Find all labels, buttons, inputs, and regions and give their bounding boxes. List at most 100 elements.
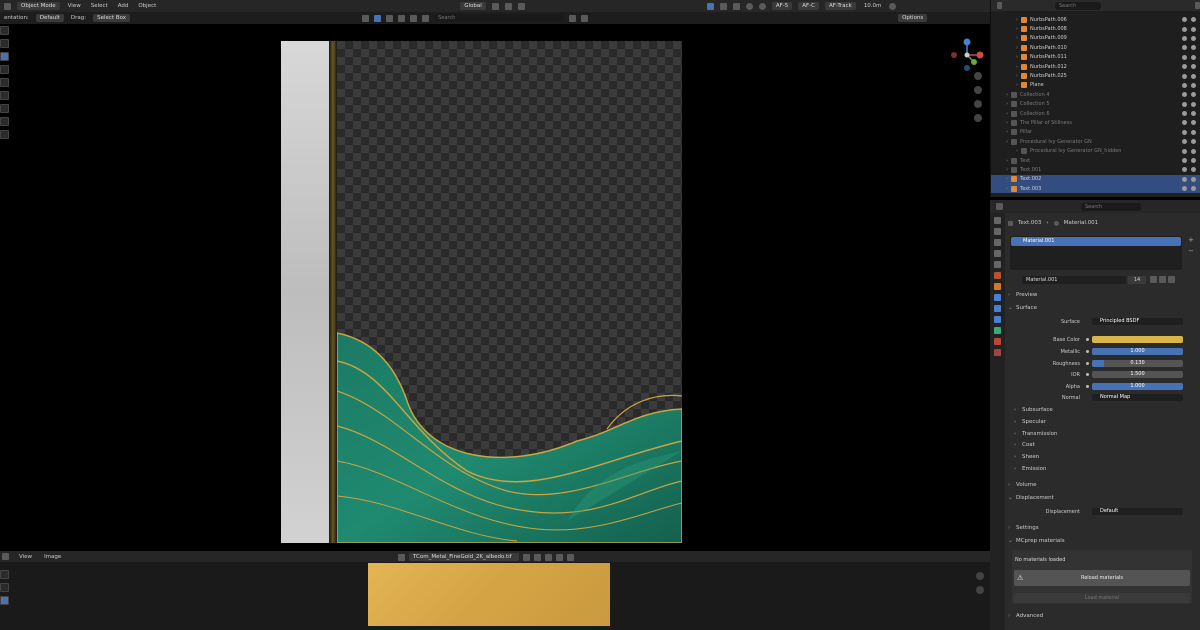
eye-icon[interactable] bbox=[1182, 148, 1187, 154]
camera-toggle-icon[interactable] bbox=[1191, 54, 1196, 60]
expand-chevron-icon[interactable]: › bbox=[1003, 129, 1011, 135]
eye-icon[interactable] bbox=[1182, 92, 1187, 98]
camera-toggle-icon[interactable] bbox=[1191, 73, 1196, 79]
subpanel-subsurface[interactable]: › Subsurface bbox=[1014, 405, 1200, 415]
camera-toggle-icon[interactable] bbox=[1191, 120, 1196, 126]
transform-tool-icon[interactable] bbox=[0, 91, 9, 100]
eye-icon[interactable] bbox=[1182, 17, 1187, 23]
camera-toggle-icon[interactable] bbox=[1191, 35, 1196, 41]
subpanel-sheen[interactable]: › Sheen bbox=[1014, 452, 1200, 462]
shading-solid-icon[interactable] bbox=[745, 2, 753, 10]
reload-materials-button[interactable]: ⚠ Reload materials bbox=[1014, 570, 1190, 586]
camera-toggle-icon[interactable] bbox=[1191, 101, 1196, 107]
subpanel-specular[interactable]: › Specular bbox=[1014, 417, 1200, 427]
eye-icon[interactable] bbox=[1182, 167, 1187, 173]
expand-chevron-icon[interactable]: › bbox=[1003, 101, 1011, 107]
base-color-field[interactable] bbox=[1092, 336, 1183, 343]
expand-chevron-icon[interactable]: › bbox=[1013, 45, 1021, 51]
expand-chevron-icon[interactable]: › bbox=[1003, 92, 1011, 98]
menu-view[interactable]: View bbox=[66, 2, 83, 10]
outliner-row[interactable]: › Procedural Ivy Generator GN bbox=[991, 137, 1200, 146]
socket-icon[interactable] bbox=[1086, 361, 1089, 365]
remove-slot-button[interactable]: − bbox=[1188, 247, 1194, 255]
fake-user-icon[interactable] bbox=[1150, 276, 1157, 283]
panel-surface[interactable]: ⌄ Surface bbox=[1008, 303, 1196, 313]
expand-chevron-icon[interactable]: › bbox=[1013, 54, 1021, 60]
eye-icon[interactable] bbox=[1182, 158, 1187, 164]
zoom-icon[interactable] bbox=[974, 72, 982, 80]
camera-filter-icon[interactable] bbox=[422, 14, 430, 22]
outliner-row[interactable]: › Text.003 bbox=[991, 184, 1200, 194]
image-pan-icon[interactable] bbox=[976, 586, 984, 594]
scale-tool-icon[interactable] bbox=[0, 78, 9, 87]
curve-icon[interactable] bbox=[398, 14, 406, 22]
aftrack-button[interactable]: AF-Track bbox=[825, 2, 856, 10]
camera-toggle-icon[interactable] bbox=[1191, 64, 1196, 70]
select-tool-icon[interactable] bbox=[0, 26, 9, 35]
visibility-icon[interactable] bbox=[581, 14, 589, 22]
camera-toggle-icon[interactable] bbox=[1191, 111, 1196, 117]
expand-chevron-icon[interactable]: › bbox=[1013, 26, 1021, 32]
expand-chevron-icon[interactable]: › bbox=[1013, 64, 1021, 70]
camera-toggle-icon[interactable] bbox=[1191, 92, 1196, 98]
properties-editor-icon[interactable] bbox=[996, 203, 1003, 210]
eye-icon[interactable] bbox=[1182, 45, 1187, 51]
panel-preview[interactable]: › Preview bbox=[1008, 290, 1196, 300]
eye-icon[interactable] bbox=[1182, 26, 1187, 32]
eye-icon[interactable] bbox=[1182, 186, 1187, 192]
outliner-row[interactable]: › NurbsPath.008 bbox=[991, 24, 1200, 33]
image-name-field[interactable]: TCom_Metal_FineGold_2K_albedo.tif bbox=[409, 553, 519, 561]
outliner-row[interactable]: › Text.001 bbox=[991, 165, 1200, 174]
view-layer-icon[interactable] bbox=[374, 14, 382, 22]
proportional-icon[interactable] bbox=[517, 2, 525, 10]
tool-tab-icon[interactable] bbox=[994, 217, 1001, 224]
viewport-search-input[interactable]: Search bbox=[434, 14, 565, 22]
subpanel-coat[interactable]: › Coat bbox=[1014, 440, 1200, 450]
panel-advanced[interactable]: › Advanced bbox=[1008, 611, 1196, 621]
expand-chevron-icon[interactable]: › bbox=[1013, 73, 1021, 79]
outliner-row[interactable]: › Collection 6 bbox=[991, 109, 1200, 118]
image-zoom-icon[interactable] bbox=[976, 572, 984, 580]
outliner-row[interactable]: › NurbsPath.025 bbox=[991, 71, 1200, 80]
eye-icon[interactable] bbox=[1182, 101, 1187, 107]
pin-icon[interactable] bbox=[567, 553, 574, 561]
value-slider[interactable]: 0.130 bbox=[1092, 359, 1183, 367]
material-tab-icon[interactable] bbox=[994, 338, 1001, 345]
image-menu-view[interactable]: View bbox=[17, 553, 34, 561]
menu-add[interactable]: Add bbox=[116, 2, 131, 10]
outliner-row[interactable]: › Text bbox=[991, 156, 1200, 165]
world-tab-icon[interactable] bbox=[994, 272, 1001, 279]
value-slider[interactable]: 1.000 bbox=[1092, 347, 1183, 355]
expand-chevron-icon[interactable]: › bbox=[1003, 111, 1011, 117]
expand-chevron-icon[interactable]: › bbox=[1003, 120, 1011, 126]
subpanel-transmission[interactable]: › Transmission bbox=[1014, 429, 1200, 439]
expand-chevron-icon[interactable]: › bbox=[1003, 139, 1011, 145]
camera-toggle-icon[interactable] bbox=[1191, 139, 1196, 145]
eye-icon[interactable] bbox=[1182, 82, 1187, 88]
displacement-field[interactable]: Default bbox=[1092, 508, 1183, 515]
value-slider[interactable]: 1.500 bbox=[1092, 371, 1183, 379]
af5-button[interactable]: AF-5 bbox=[771, 2, 793, 10]
camera-toggle-icon[interactable] bbox=[1191, 186, 1196, 192]
menu-select[interactable]: Select bbox=[89, 2, 110, 10]
image-fake-user-icon[interactable] bbox=[534, 553, 541, 561]
editor-type-icon[interactable] bbox=[4, 2, 11, 10]
material-slot-item[interactable]: Material.001 bbox=[1011, 237, 1181, 246]
camera-toggle-icon[interactable] bbox=[1191, 148, 1196, 154]
subpanel-emission[interactable]: › Emission bbox=[1014, 464, 1200, 474]
eye-icon[interactable] bbox=[1182, 111, 1187, 117]
outliner-row[interactable]: › Collection 4 bbox=[991, 90, 1200, 99]
surface-shader-field[interactable]: Principled BSDF bbox=[1092, 318, 1183, 325]
eye-icon[interactable] bbox=[1182, 64, 1187, 70]
image-unlink-icon[interactable] bbox=[556, 553, 563, 561]
image-cursor-tool-icon[interactable] bbox=[0, 583, 9, 592]
filter-icon[interactable] bbox=[362, 14, 370, 22]
socket-icon[interactable] bbox=[1086, 338, 1089, 341]
modifier-tab-icon[interactable] bbox=[994, 294, 1001, 301]
image-select-tool-icon[interactable] bbox=[0, 570, 9, 579]
outliner-row[interactable]: › Pillar bbox=[991, 128, 1200, 137]
orientation-dropdown[interactable]: Default bbox=[35, 14, 64, 22]
outliner-search-input[interactable]: Search bbox=[1054, 1, 1101, 10]
rotate-tool-icon[interactable] bbox=[0, 65, 9, 74]
image-open-icon[interactable] bbox=[545, 553, 552, 561]
